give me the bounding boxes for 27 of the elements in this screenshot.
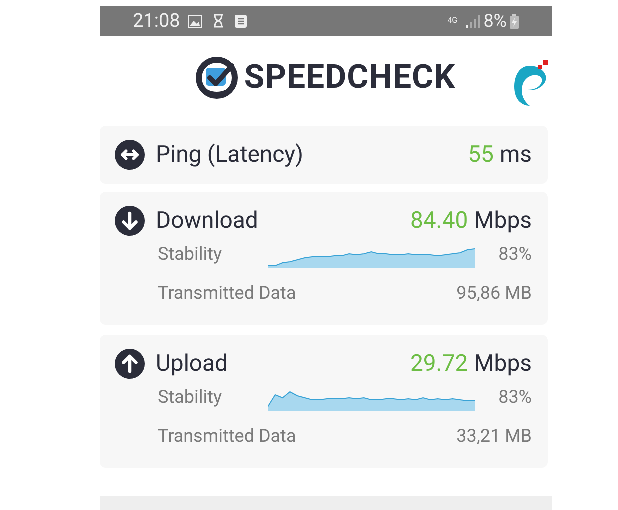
result-value: 29.72 — [410, 348, 468, 379]
stability-value: 83% — [498, 243, 532, 267]
checkmark-logo-icon — [196, 57, 238, 99]
signal-icon — [466, 14, 480, 28]
logo-text: SPEEDCHECK — [244, 57, 456, 100]
result-title: Download — [156, 206, 258, 236]
stability-label: Stability — [158, 243, 224, 267]
data-value: 33,21 MB — [456, 425, 532, 449]
clock: 21:08 — [133, 8, 180, 34]
network-type: 4G — [448, 17, 459, 25]
result-value: 55 — [468, 140, 494, 170]
data-label: Transmitted Data — [158, 282, 296, 306]
image-icon — [188, 14, 202, 28]
result-unit: Mbps — [474, 348, 532, 379]
result-title: Upload — [156, 348, 228, 379]
battery-charging-icon — [510, 14, 519, 28]
battery-level: 8% — [484, 10, 507, 34]
result-unit: Mbps — [474, 206, 532, 236]
data-label: Transmitted Data — [158, 425, 296, 449]
result-title: Ping (Latency) — [156, 140, 304, 170]
document-icon — [235, 14, 248, 28]
data-value: 95,86 MB — [456, 282, 532, 306]
stability-value: 83% — [498, 386, 532, 410]
result-unit: ms — [500, 140, 532, 170]
hourglass-icon — [213, 14, 224, 28]
result-value: 84.40 — [410, 206, 468, 236]
stability-label: Stability — [158, 386, 224, 410]
